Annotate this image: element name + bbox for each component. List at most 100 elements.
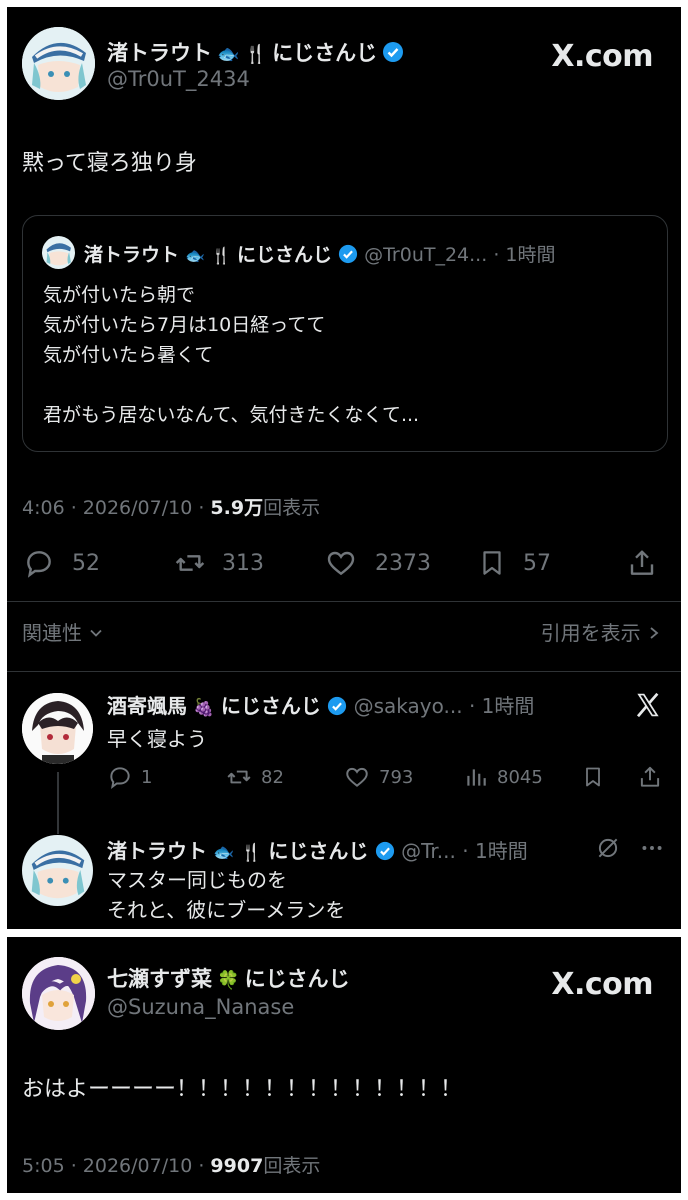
more-options-icon[interactable]	[639, 835, 665, 865]
view-count-label: 回表示	[263, 497, 321, 519]
quote-header: 渚トラウト 🐟 🍴 にじさんじ @Tr0uT_24... · 1時間	[84, 240, 556, 269]
fish-emoji-icon: 🐟	[213, 843, 235, 863]
chevron-down-icon	[90, 629, 102, 637]
retweet-icon	[175, 555, 205, 571]
reply-header: 酒寄颯馬 🍇 にじさんじ @sakayo... · 1時間	[107, 690, 534, 721]
reply-body: マスター同じものを それと、彼にブーメランを	[107, 865, 345, 925]
fork-knife-icon: 🍴	[240, 843, 263, 863]
reply-button[interactable]: 52	[22, 547, 100, 579]
verified-badge-icon	[338, 244, 358, 269]
xcom-logo: X.com	[551, 39, 653, 74]
reply-line: それと、彼にブーメランを	[107, 898, 346, 922]
retweet-count: 313	[222, 550, 264, 576]
bookmark-icon	[586, 767, 600, 787]
reply-views-button[interactable]: 8045	[463, 764, 543, 790]
like-count: 793	[379, 766, 414, 788]
verified-badge-icon	[327, 696, 347, 721]
author-affiliation: にじさんじ	[272, 41, 378, 65]
heart-icon	[327, 551, 355, 576]
reply-author-handle[interactable]: @Tr...	[401, 839, 456, 863]
share-icon	[640, 766, 660, 787]
bookmark-button[interactable]: 57	[477, 547, 551, 579]
reply-author-affiliation: にじさんじ	[268, 839, 369, 863]
reply-like-button[interactable]: 793	[343, 764, 413, 790]
reply-line: マスター同じものを	[107, 868, 287, 892]
author-handle[interactable]: @Suzuna_Nanase	[107, 995, 294, 1019]
quote-author-handle: @Tr0uT_24...	[364, 244, 488, 266]
thread-connector	[57, 772, 59, 834]
reply-time: · 1時間	[462, 839, 528, 863]
quote-body: 気が付いたら朝で 気が付いたら7月は10日経ってて 気が付いたら暑くて 君がもう…	[43, 280, 419, 430]
quote-line: 気が付いたら7月は10日経ってて	[43, 314, 326, 336]
reply-author-name[interactable]: 酒寄颯馬	[107, 694, 187, 718]
fork-knife-icon: 🍴	[244, 44, 268, 65]
verified-badge-icon	[382, 41, 404, 67]
show-quotes-label: 引用を表示	[540, 621, 641, 645]
quote-author-affiliation: にじさんじ	[237, 244, 333, 266]
retweet-button[interactable]: 313	[172, 547, 264, 579]
author-line: 渚トラウト 🐟 🍴 にじさんじ	[107, 37, 404, 67]
reply-retweet-button[interactable]: 82	[225, 764, 284, 790]
bar-chart-icon	[467, 769, 486, 786]
quote-author-name: 渚トラウト	[84, 244, 180, 266]
reply-icon	[110, 767, 130, 790]
tweet-meta: 5:05 · 2026/07/10 · 9907回表示	[22, 1151, 320, 1178]
grapes-emoji-icon: 🍇	[193, 698, 215, 718]
author-handle[interactable]: @Tr0uT_2434	[107, 67, 250, 91]
author-affiliation: にじさんじ	[244, 967, 350, 991]
like-count: 2373	[375, 550, 431, 576]
author-avatar[interactable]	[22, 27, 95, 100]
heart-icon	[346, 767, 368, 787]
reply-author-handle[interactable]: @sakayo...	[354, 694, 463, 718]
clover-emoji-icon: 🍀	[217, 970, 240, 991]
bookmark-icon	[483, 551, 501, 575]
tweet-text: 黙って寝ろ独り身	[22, 151, 197, 176]
reply-header: 渚トラウト 🐟 🍴 にじさんじ @Tr... · 1時間	[107, 835, 528, 866]
quote-line	[43, 370, 419, 400]
reply-bookmark-button[interactable]	[581, 764, 605, 790]
view-count: 9907	[210, 1155, 264, 1177]
tweet-panel: 渚トラウト 🐟 🍴 にじさんじ @Tr0uT_2434 X.com 黙って寝ろ独…	[7, 7, 681, 929]
reply-text: 早く寝よう	[107, 727, 207, 751]
reply-author-name[interactable]: 渚トラウト	[107, 839, 207, 863]
tweet-timestamp[interactable]: 5:05 · 2026/07/10 ·	[22, 1155, 204, 1177]
sort-relevance-dropdown[interactable]: 関連性	[22, 617, 104, 646]
grok-icon[interactable]	[595, 835, 621, 865]
reply-count: 52	[72, 550, 100, 576]
show-quotes-link[interactable]: 引用を表示	[541, 617, 661, 646]
fish-emoji-icon: 🐟	[185, 246, 205, 265]
view-count-label: 回表示	[263, 1155, 321, 1177]
tweet-text: おはよーーーー！！！！！！！！！！！！！	[22, 1077, 463, 1102]
reply-count: 1	[141, 766, 153, 788]
share-button[interactable]	[625, 547, 659, 579]
like-button[interactable]: 2373	[323, 547, 431, 579]
share-icon	[630, 550, 654, 575]
tweet-panel: 七瀬すず菜 🍀 にじさんじ @Suzuna_Nanase X.com おはよーー…	[7, 937, 681, 1193]
tweet-timestamp[interactable]: 4:06 · 2026/07/10 ·	[22, 497, 204, 519]
chevron-right-icon	[650, 627, 659, 639]
fork-knife-icon: 🍴	[211, 246, 231, 265]
view-count: 8045	[497, 766, 543, 788]
quote-author-avatar	[42, 236, 75, 269]
quote-line: 君がもう居ないなんて、気付きたくなくて...	[43, 404, 420, 426]
reply-reply-button[interactable]: 1	[107, 764, 152, 790]
bookmark-count: 57	[523, 550, 551, 576]
reply-time: · 1時間	[468, 694, 535, 718]
quote-line: 気が付いたら朝で	[43, 284, 196, 306]
reply-share-button[interactable]	[637, 764, 663, 790]
tweet-meta: 4:06 · 2026/07/10 · 5.9万回表示	[22, 493, 320, 520]
author-name[interactable]: 七瀬すず菜	[107, 967, 212, 991]
author-name[interactable]: 渚トラウト	[107, 41, 212, 65]
quoted-tweet[interactable]: 渚トラウト 🐟 🍴 にじさんじ @Tr0uT_24... · 1時間 気が付いた…	[22, 215, 668, 452]
xcom-logo: X.com	[551, 967, 653, 1002]
x-logo-icon	[633, 690, 663, 724]
reply-author-avatar[interactable]	[22, 835, 93, 906]
author-avatar[interactable]	[22, 957, 95, 1030]
reply-author-avatar[interactable]	[22, 693, 93, 764]
retweet-count: 82	[261, 766, 284, 788]
quote-time: · 1時間	[493, 244, 556, 266]
reply-icon	[27, 551, 51, 578]
fish-emoji-icon: 🐟	[217, 44, 240, 65]
divider	[7, 671, 681, 672]
retweet-icon	[227, 770, 251, 784]
